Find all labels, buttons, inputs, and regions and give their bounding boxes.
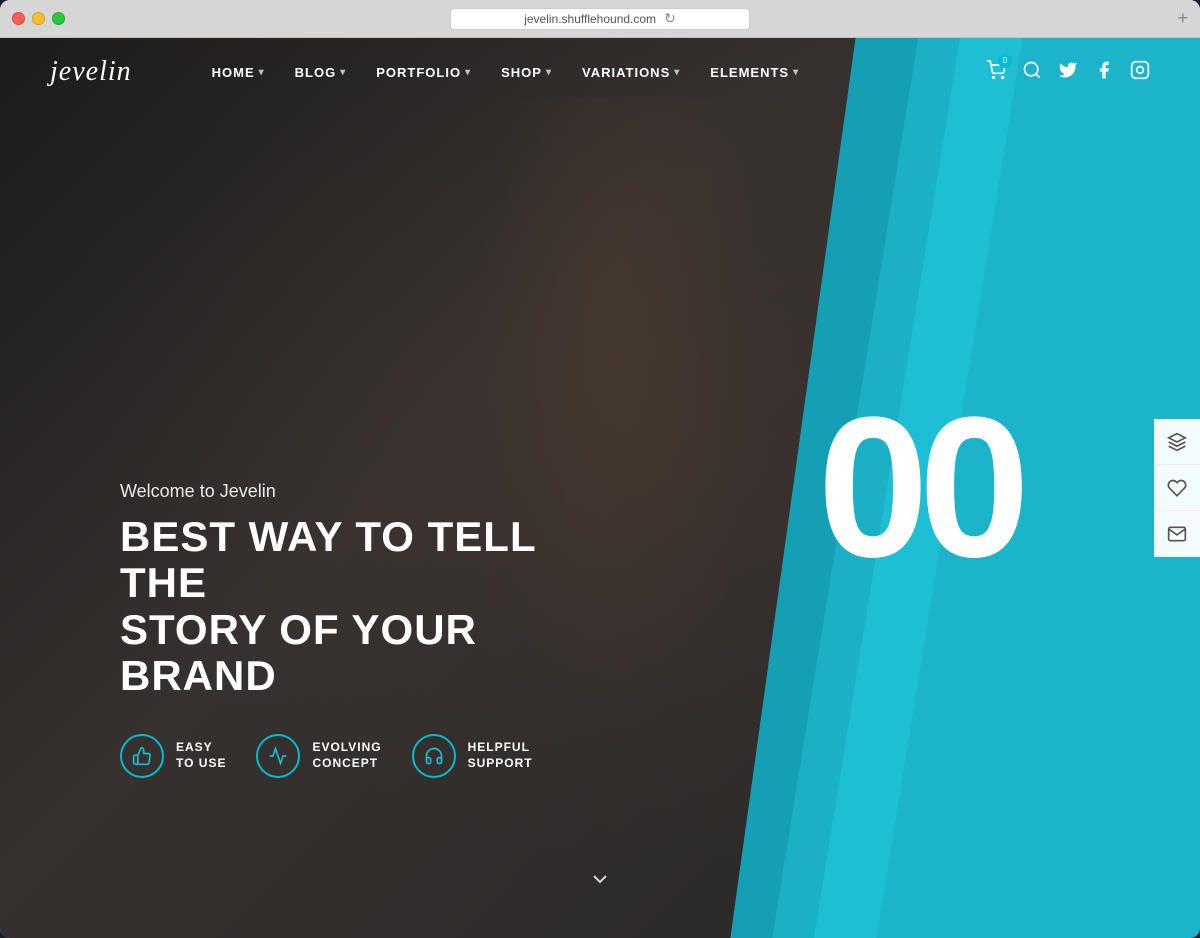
nav-home[interactable]: HOME ▾ xyxy=(212,65,265,80)
hero-headline: BEST WAY TO TELL THE STORY OF YOUR BRAND xyxy=(120,514,540,699)
chevron-down-icon: ▾ xyxy=(546,67,552,78)
chevron-down-icon: ▾ xyxy=(340,67,346,78)
browser-window: jevelin.shufflehound.com ↻ + jevelin xyxy=(0,0,1200,938)
address-text: jevelin.shufflehound.com xyxy=(524,12,656,26)
thumbsup-icon xyxy=(120,734,164,778)
site-logo[interactable]: jevelin xyxy=(50,56,132,88)
search-icon[interactable] xyxy=(1022,60,1042,85)
hero-numbers: 00 xyxy=(818,388,1020,588)
nav-blog[interactable]: BLOG ▾ xyxy=(295,65,347,80)
hero-features: EASY TO USE EVOLVING CONCEPT xyxy=(120,734,540,778)
website-content: jevelin HOME ▾ BLOG ▾ PORTFOLIO ▾ SHOP ▾ xyxy=(0,38,1200,938)
headphone-icon xyxy=(412,734,456,778)
hero-content: Welcome to Jevelin BEST WAY TO TELL THE … xyxy=(120,481,540,778)
easy-to-use-label: EASY TO USE xyxy=(176,740,226,771)
sidebar-mail-icon[interactable] xyxy=(1154,511,1200,557)
chevron-down-icon: ▾ xyxy=(259,67,265,78)
chevron-down-icon: ▾ xyxy=(465,67,471,78)
refresh-icon[interactable]: ↻ xyxy=(664,10,676,27)
chevron-down-icon: ▾ xyxy=(674,67,680,78)
headline-line1: BEST WAY TO TELL THE xyxy=(120,513,536,606)
pulse-icon xyxy=(256,734,300,778)
minimize-button[interactable] xyxy=(32,12,45,25)
address-bar[interactable]: jevelin.shufflehound.com ↻ xyxy=(450,8,750,30)
new-tab-button[interactable]: + xyxy=(1177,8,1188,29)
nav-links: HOME ▾ BLOG ▾ PORTFOLIO ▾ SHOP ▾ VARIATI… xyxy=(212,65,986,80)
nav-elements[interactable]: ELEMENTS ▾ xyxy=(710,65,799,80)
maximize-button[interactable] xyxy=(52,12,65,25)
title-bar: jevelin.shufflehound.com ↻ + xyxy=(0,0,1200,38)
feature-easy-to-use: EASY TO USE xyxy=(120,734,226,778)
feature-helpful-support: HELPFUL SUPPORT xyxy=(412,734,533,778)
navbar: jevelin HOME ▾ BLOG ▾ PORTFOLIO ▾ SHOP ▾ xyxy=(0,38,1200,106)
traffic-lights xyxy=(12,12,65,25)
feature-evolving-concept: EVOLVING CONCEPT xyxy=(256,734,381,778)
scroll-down-arrow[interactable] xyxy=(588,867,612,898)
welcome-text: Welcome to Jevelin xyxy=(120,481,540,502)
sidebar-heart-icon[interactable] xyxy=(1154,465,1200,511)
big-number: 00 xyxy=(818,388,1020,588)
cart-icon[interactable]: 0 xyxy=(986,60,1006,85)
chevron-down-icon: ▾ xyxy=(793,67,799,78)
evolving-concept-label: EVOLVING CONCEPT xyxy=(312,740,381,771)
nav-variations[interactable]: VARIATIONS ▾ xyxy=(582,65,680,80)
nav-icon-group: 0 xyxy=(986,60,1150,85)
right-sidebar xyxy=(1154,419,1200,557)
sidebar-layers-icon[interactable] xyxy=(1154,419,1200,465)
close-button[interactable] xyxy=(12,12,25,25)
headline-line2: STORY OF YOUR BRAND xyxy=(120,606,477,699)
cart-badge: 0 xyxy=(998,54,1012,68)
instagram-icon[interactable] xyxy=(1130,60,1150,85)
helpful-support-label: HELPFUL SUPPORT xyxy=(468,740,533,771)
twitter-icon[interactable] xyxy=(1058,60,1078,85)
facebook-icon[interactable] xyxy=(1094,60,1114,85)
nav-shop[interactable]: SHOP ▾ xyxy=(501,65,552,80)
nav-portfolio[interactable]: PORTFOLIO ▾ xyxy=(376,65,471,80)
